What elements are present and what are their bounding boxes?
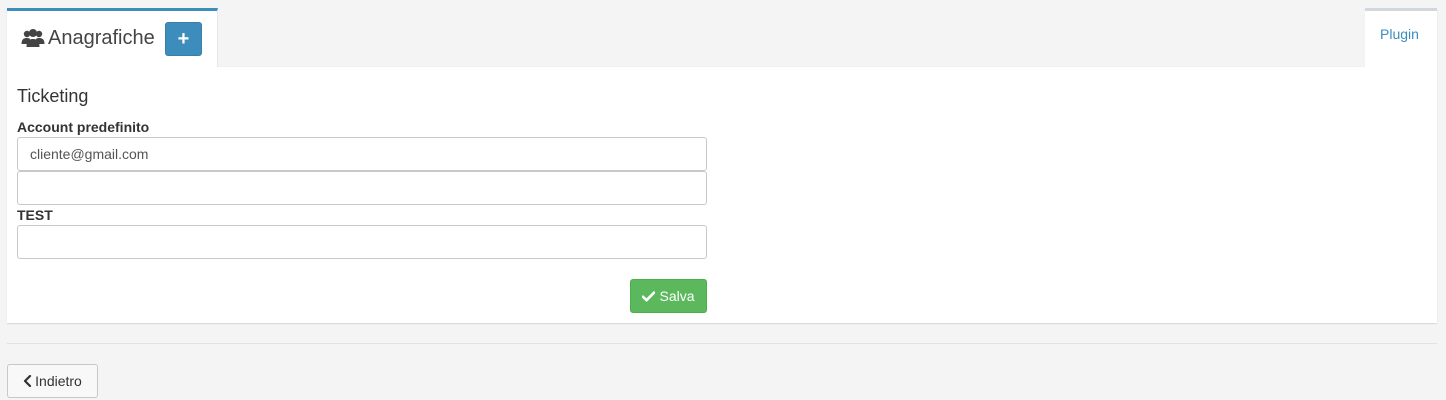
save-label: Salva <box>659 288 695 304</box>
tab-plugin[interactable]: Plugin <box>1365 8 1437 67</box>
chevron-left-icon <box>24 375 32 387</box>
divider <box>7 343 1437 344</box>
section-title: Ticketing <box>17 86 89 106</box>
users-icon <box>21 28 45 48</box>
secondary-input[interactable] <box>17 171 707 205</box>
check-icon <box>642 290 656 301</box>
add-button[interactable]: + <box>165 22 202 56</box>
back-button[interactable]: Indietro <box>7 364 98 398</box>
page: Anagrafiche + Plugin Ticketing Account p… <box>0 0 1446 400</box>
plugin-panel: Anagrafiche + Plugin Ticketing Account p… <box>7 8 1437 323</box>
tab-bar: Anagrafiche + Plugin <box>7 8 1437 67</box>
tab-title: Anagrafiche <box>48 27 155 49</box>
back-label: Indietro <box>35 373 82 389</box>
account-label: Account predefinito <box>17 119 150 135</box>
account-input[interactable] <box>17 137 707 171</box>
save-button[interactable]: Salva <box>630 279 707 313</box>
tab-anagrafiche[interactable]: Anagrafiche + <box>7 8 218 67</box>
test-label: TEST <box>17 207 53 223</box>
test-input[interactable] <box>17 225 707 259</box>
plus-icon: + <box>177 28 190 50</box>
plugin-link[interactable]: Plugin <box>1380 24 1419 44</box>
